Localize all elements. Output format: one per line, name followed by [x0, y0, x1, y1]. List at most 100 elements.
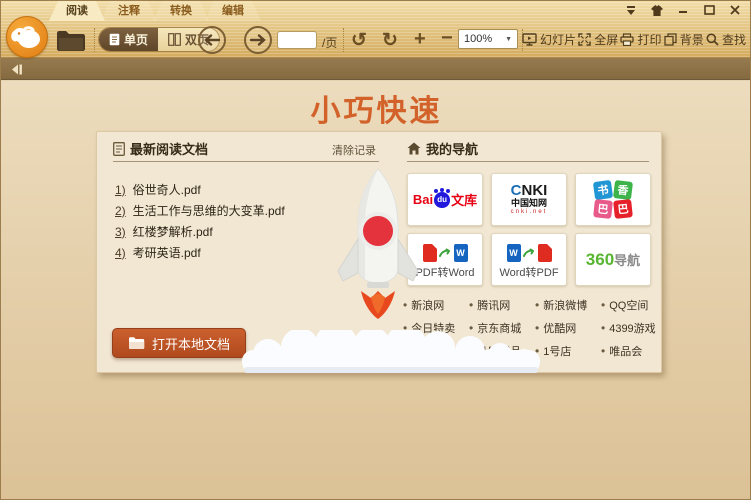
clear-history-link[interactable]: 清除记录 — [332, 142, 376, 158]
baidu-paw-icon: du — [434, 192, 450, 208]
maximize-icon[interactable] — [702, 4, 716, 16]
recent-doc-number: 3) — [115, 225, 126, 239]
home-icon — [407, 142, 421, 155]
360-nav-text: 导航 — [614, 253, 640, 268]
zoom-level-value: 100% — [464, 33, 492, 45]
background-icon — [664, 33, 677, 46]
slideshow-label: 幻灯片 — [540, 31, 576, 48]
nav-tile-cnki[interactable]: CNKI 中国知网 cnki.net — [491, 173, 567, 226]
minimize-icon[interactable] — [676, 4, 690, 16]
print-button[interactable]: 打印 — [620, 31, 661, 48]
tab-read[interactable]: 阅读 — [49, 1, 105, 21]
open-local-doc-button[interactable]: 打开本地文档 — [112, 328, 246, 358]
page-suffix-label: /页 — [322, 34, 337, 51]
recent-doc-number: 2) — [115, 204, 126, 218]
recent-doc-name: 考研英语.pdf — [133, 244, 201, 261]
recent-docs-title: 最新阅读文档 — [130, 139, 208, 158]
background-button[interactable]: 背景 — [664, 31, 704, 48]
word-to-pdf-label: Word转PDF — [499, 266, 558, 280]
quick-link[interactable]: •腾讯网 — [469, 297, 535, 313]
menu-dropdown-icon[interactable] — [624, 4, 638, 16]
collapse-panel-icon[interactable] — [9, 63, 24, 76]
skin-shirt-icon[interactable] — [650, 4, 664, 16]
recent-docs-list: 1) 俗世奇人.pdf 2) 生活工作与思维的大变革.pdf 3) 红楼梦解析.… — [115, 179, 285, 263]
cloud-illustration — [234, 330, 548, 374]
print-label: 打印 — [637, 31, 661, 48]
zoom-in-icon[interactable]: + — [414, 28, 426, 51]
rotate-ccw-icon[interactable]: ↺ — [351, 29, 367, 52]
print-icon — [620, 33, 634, 46]
document-icon — [113, 142, 125, 156]
rocket-illustration — [332, 167, 424, 319]
fullscreen-button[interactable]: 全屏 — [578, 31, 618, 48]
nav-tile-shuxiangbaba[interactable]: 书 香 巴 巴 — [575, 173, 651, 226]
toolbar-separator — [343, 28, 344, 52]
page-title: 小巧快速 — [1, 86, 751, 130]
360-number: 360 — [586, 250, 614, 269]
recent-doc-item[interactable]: 2) 生活工作与思维的大变革.pdf — [115, 200, 285, 221]
divider — [407, 161, 649, 162]
recent-doc-number: 4) — [115, 246, 126, 260]
fullscreen-label: 全屏 — [594, 31, 618, 48]
pdf-to-word-icon: W — [423, 240, 468, 266]
nav-tile-360-nav[interactable]: 360导航 — [575, 233, 651, 286]
tab-annotate[interactable]: 注释 — [101, 1, 157, 21]
slideshow-button[interactable]: 幻灯片 — [522, 31, 576, 48]
my-nav-header: 我的导航 — [407, 139, 478, 158]
next-page-button[interactable] — [244, 26, 272, 54]
ribbon-tabs: 阅读 注释 转换 编辑 — [53, 1, 261, 21]
bullet-icon: • — [601, 300, 605, 310]
tab-edit[interactable]: 编辑 — [205, 1, 261, 21]
recent-doc-item[interactable]: 1) 俗世奇人.pdf — [115, 179, 285, 200]
word-to-pdf-icon: W — [507, 240, 552, 266]
shuxiang-logo: 书 香 巴 巴 — [594, 181, 633, 218]
bullet-icon: • — [469, 300, 473, 310]
close-icon[interactable] — [728, 4, 742, 16]
prev-page-button[interactable] — [198, 26, 226, 54]
pdf-to-word-label: PDF转Word — [415, 266, 474, 280]
baidu-wenku-text: 文库 — [451, 190, 477, 209]
search-button[interactable]: 查找 — [706, 31, 746, 48]
folder-icon — [128, 336, 145, 350]
fullscreen-icon — [578, 33, 591, 46]
cnki-nki-text: NKI — [522, 182, 548, 199]
background-label: 背景 — [680, 31, 704, 48]
slideshow-icon — [522, 33, 537, 46]
bullet-icon: • — [601, 323, 605, 333]
my-nav-title: 我的导航 — [426, 139, 478, 158]
recent-doc-item[interactable]: 4) 考研英语.pdf — [115, 242, 285, 263]
search-icon — [706, 33, 719, 46]
titlebar-toolbar-chrome: 阅读 注释 转换 编辑 — [1, 1, 751, 58]
chevron-down-icon: ▼ — [505, 36, 512, 43]
zoom-out-icon[interactable]: − — [441, 27, 453, 50]
sidebar-collapse-bar — [1, 58, 751, 80]
bullet-icon: • — [601, 346, 605, 356]
bullet-icon: • — [535, 300, 539, 310]
single-page-label: 单页 — [124, 31, 148, 48]
recent-doc-name: 生活工作与思维的大变革.pdf — [133, 202, 285, 219]
window-controls — [624, 4, 742, 16]
divider — [113, 161, 379, 162]
quick-link[interactable]: •新浪微博 — [535, 297, 601, 313]
nav-tile-word-to-pdf[interactable]: W Word转PDF — [491, 233, 567, 286]
single-page-button[interactable]: 单页 — [99, 28, 158, 51]
recent-doc-name: 红楼梦解析.pdf — [133, 223, 213, 240]
quick-link[interactable]: •唯品会 — [601, 343, 655, 359]
open-file-folder-icon[interactable] — [56, 29, 88, 53]
quick-link[interactable]: •QQ空间 — [601, 297, 655, 313]
zoom-level-select[interactable]: 100% ▼ — [458, 29, 518, 49]
rotate-cw-icon[interactable]: ↻ — [382, 29, 398, 52]
app-window: 阅读 注释 转换 编辑 — [0, 0, 751, 500]
recent-doc-number: 1) — [115, 183, 126, 197]
toolbar-separator — [94, 28, 95, 52]
search-label: 查找 — [722, 31, 746, 48]
cnki-chinese-text: 中国知网 — [511, 198, 547, 209]
recent-doc-name: 俗世奇人.pdf — [133, 181, 201, 198]
app-logo-elephant-icon[interactable] — [6, 16, 48, 58]
quick-link[interactable]: •4399游戏 — [601, 320, 655, 336]
page-number-input[interactable] — [277, 31, 317, 49]
tab-convert[interactable]: 转换 — [153, 1, 209, 21]
cnki-domain-text: cnki.net — [511, 209, 548, 216]
recent-doc-item[interactable]: 3) 红楼梦解析.pdf — [115, 221, 285, 242]
toolbar-right-group: 幻灯片 全屏 打印 背景 查找 — [522, 25, 746, 53]
